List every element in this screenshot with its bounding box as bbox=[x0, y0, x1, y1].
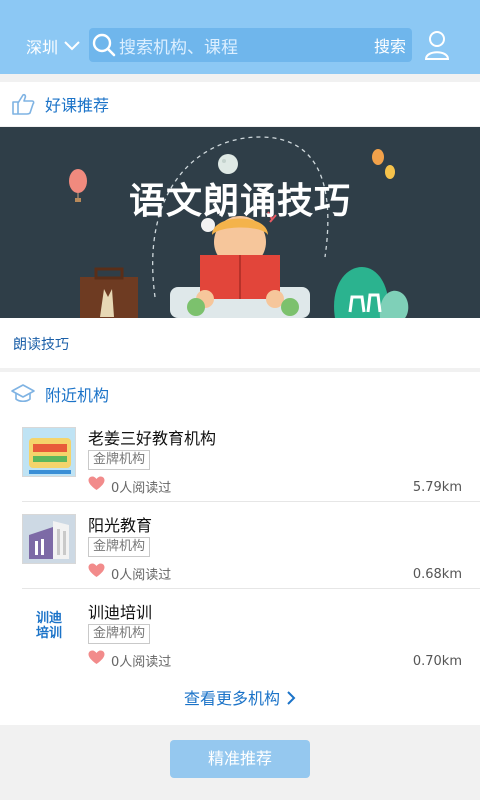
institution-logo: 训迪 培训 bbox=[22, 601, 76, 651]
distance: 0.70km bbox=[412, 654, 462, 669]
search-button[interactable]: 搜索 bbox=[374, 33, 406, 57]
logo-text: 训迪 培训 bbox=[35, 611, 62, 641]
institution-logo bbox=[22, 427, 76, 477]
read-count: 0人阅读过 bbox=[111, 481, 172, 496]
search-icon bbox=[92, 33, 116, 57]
thumbs-up-icon bbox=[12, 93, 35, 115]
view-more-label: 查看更多机构 bbox=[183, 689, 280, 708]
institution-logo bbox=[22, 514, 76, 564]
view-more-link[interactable]: 查看更多机构 bbox=[0, 685, 480, 709]
heart-icon bbox=[88, 650, 105, 664]
institution-name: 训迪培训 bbox=[88, 603, 153, 622]
recommend-button[interactable]: 精准推荐 bbox=[170, 740, 310, 778]
search-bar[interactable]: 搜索机构、课程 搜索 bbox=[89, 28, 412, 62]
list-item[interactable]: 老姜三好教育机构 金牌机构 0人阅读过 5.79km bbox=[22, 415, 480, 502]
chevron-right-icon bbox=[287, 691, 296, 705]
gold-badge: 金牌机构 bbox=[88, 624, 151, 644]
course-caption[interactable]: 朗读技巧 bbox=[0, 318, 480, 368]
distance: 5.79km bbox=[412, 480, 462, 495]
city-selector[interactable]: 深圳 bbox=[26, 34, 80, 58]
heart-icon bbox=[88, 563, 105, 577]
top-bar: 深圳 搜索机构、课程 搜索 bbox=[0, 0, 480, 74]
distance: 0.68km bbox=[412, 567, 462, 582]
section-title: 好课推荐 bbox=[45, 96, 110, 115]
user-icon[interactable] bbox=[424, 30, 450, 60]
graduation-cap-icon bbox=[11, 384, 35, 403]
institution-name: 阳光教育 bbox=[88, 516, 153, 535]
institution-list: 老姜三好教育机构 金牌机构 0人阅读过 5.79km 阳光教育 金牌机构 0人阅… bbox=[0, 415, 480, 725]
city-label: 深圳 bbox=[26, 38, 59, 57]
nearby-section-header: 附近机构 bbox=[0, 372, 480, 416]
course-name: 朗读技巧 bbox=[13, 337, 69, 353]
read-count: 0人阅读过 bbox=[111, 568, 172, 583]
list-item[interactable]: 训迪 培训 训迪培训 金牌机构 0人阅读过 0.70km bbox=[22, 589, 480, 676]
read-count: 0人阅读过 bbox=[111, 655, 172, 670]
section-title: 附近机构 bbox=[45, 386, 110, 405]
gold-badge: 金牌机构 bbox=[88, 450, 151, 470]
recommended-section-header: 好课推荐 bbox=[0, 82, 480, 126]
gold-badge: 金牌机构 bbox=[88, 537, 151, 557]
list-item[interactable]: 阳光教育 金牌机构 0人阅读过 0.68km bbox=[22, 502, 480, 589]
banner-title: 语文朗诵技巧 bbox=[128, 181, 351, 222]
search-input[interactable]: 搜索机构、课程 bbox=[119, 33, 374, 58]
institution-name: 老姜三好教育机构 bbox=[88, 429, 217, 448]
chevron-down-icon bbox=[64, 41, 80, 51]
heart-icon bbox=[88, 476, 105, 490]
